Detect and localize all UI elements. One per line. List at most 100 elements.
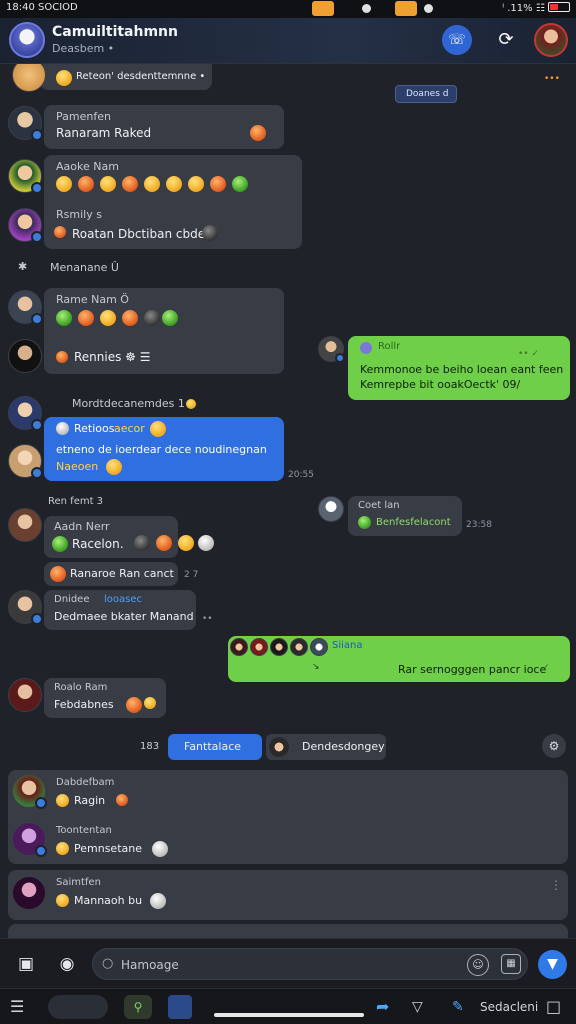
avatar — [268, 736, 290, 758]
avatar[interactable] — [12, 64, 46, 92]
emoji-icon — [198, 535, 214, 551]
message-text: Rennies ☸ ☰ — [74, 350, 151, 364]
emoji-icon — [150, 893, 166, 909]
message-bubble[interactable]: Coet lan Benfesfelacont — [348, 496, 462, 536]
emoji-icon — [134, 535, 150, 551]
avatar[interactable] — [318, 336, 345, 363]
avatar[interactable] — [8, 159, 43, 194]
avatar[interactable] — [8, 444, 43, 479]
app-icon[interactable]: ⚲ — [124, 995, 152, 1019]
user-avatar[interactable] — [534, 23, 568, 57]
sender-name: Rame Nam Ö — [56, 293, 129, 306]
app-icon[interactable] — [168, 995, 192, 1019]
avatar[interactable] — [8, 290, 43, 325]
camera-button[interactable]: ▣ — [14, 952, 38, 976]
message-time: 2 7 — [184, 570, 199, 580]
emoji-icon — [232, 176, 248, 192]
avatar[interactable] — [8, 590, 43, 625]
status-bar: 18:40 SOCIOD ᴵ .11% ☷ — [0, 0, 576, 18]
emoji-icon — [144, 176, 160, 192]
group-avatar[interactable] — [9, 22, 45, 58]
verified-badge — [31, 129, 43, 141]
verified-badge — [31, 313, 43, 325]
refresh-button[interactable]: ⟳ — [491, 25, 521, 55]
sender-name: Dnidee — [54, 594, 90, 605]
home-indicator[interactable] — [214, 1013, 364, 1017]
avatar[interactable] — [8, 106, 43, 141]
message-text: Mannaoh bu — [74, 894, 143, 907]
message-bubble[interactable]: Rame Nam Ö Rennies ☸ ☰ — [44, 288, 284, 374]
emoji-icon — [150, 421, 166, 437]
message-bubble[interactable]: Roalo Ram Febdabnes — [44, 678, 166, 718]
message-input-field[interactable]: ○ ☺ ▦ — [92, 948, 528, 980]
emoji-icon — [122, 176, 138, 192]
signal-text: ᴵ .11% ☷ — [502, 3, 545, 14]
message-bubble[interactable]: Reteon' desdenttemnne • — [40, 64, 212, 90]
message-card[interactable]: Saimtfen Mannaoh bu ⋮ — [8, 870, 568, 920]
emoji-icon — [106, 459, 122, 475]
sender-link[interactable]: looasec — [104, 594, 142, 605]
avatar — [270, 638, 288, 656]
avatar[interactable] — [8, 396, 43, 431]
message-card[interactable]: Dabdefbam Ragin Toontentan Pemnsetane — [8, 770, 568, 864]
message-text: Ranaram Raked — [56, 126, 152, 140]
emoji-picker-button[interactable]: ☺ — [467, 954, 489, 976]
avatar[interactable] — [12, 876, 46, 910]
verified-badge — [31, 467, 43, 479]
avatar[interactable] — [12, 774, 47, 809]
voice-button[interactable]: ▼ — [538, 950, 567, 979]
navbar-label[interactable]: Sedacleni — [480, 995, 538, 1019]
avatar[interactable] — [8, 208, 43, 243]
message-text: Ragin — [74, 794, 106, 807]
attach-button[interactable]: ▦ — [501, 954, 521, 974]
message-bubble[interactable]: Pamenfen Ranaram Raked — [44, 105, 284, 149]
message-text: etneno de ioerdear dece noudinegnan — [56, 443, 267, 456]
verified-badge — [335, 353, 345, 363]
chat-title[interactable]: Camuiltitahmnn — [52, 24, 178, 40]
window-icon[interactable]: □ — [546, 995, 561, 1019]
photo-button[interactable]: ◉ — [55, 952, 79, 976]
sender-name: Pamenfen — [56, 110, 111, 123]
call-button[interactable]: ☏ — [442, 25, 472, 55]
message-card[interactable] — [8, 924, 568, 938]
more-icon[interactable]: •• — [202, 614, 213, 624]
dark-pill-button[interactable]: Dendesdongey — [266, 734, 386, 760]
emoji-icon — [360, 342, 372, 354]
outgoing-message-bubble[interactable]: Siiana ↘ Rar sernogggen pancr ioce ✓ — [228, 636, 570, 682]
outgoing-message-bubble[interactable]: Rollr •• ✓ Kemmonoe be beiho loean eant … — [348, 336, 570, 400]
more-icon[interactable]: ••• — [544, 74, 560, 84]
avatar[interactable] — [8, 508, 42, 542]
avatar[interactable] — [318, 496, 344, 522]
message-bubble[interactable]: Dnidee looasec Dedmaee bkater Manand — [44, 590, 196, 630]
phone-icon: ☏ — [448, 32, 466, 48]
tool-icon[interactable]: ✎ — [452, 995, 464, 1019]
sender-name: Dabdefbam — [56, 777, 115, 788]
sender-name: Rollr — [378, 341, 401, 352]
share-icon[interactable]: ➦ — [376, 995, 389, 1019]
menu-icon[interactable]: ☰ — [10, 995, 24, 1019]
message-time: 23:58 — [466, 520, 492, 530]
sender-name: Saimtfen — [56, 877, 101, 888]
message-input[interactable] — [121, 955, 451, 975]
more-vertical-icon[interactable]: ⋮ — [550, 878, 562, 892]
link-text[interactable]: Siiana — [332, 640, 363, 651]
app-switch-icon[interactable] — [48, 995, 108, 1019]
message-text: Reteon' desdenttemnne • — [76, 71, 206, 82]
verified-badge — [31, 231, 43, 243]
message-bubble[interactable]: Retioos aecor etneno de ioerdear dece no… — [44, 417, 284, 481]
search-icon: ○ — [102, 956, 114, 971]
emoji-icon — [156, 535, 172, 551]
avatar[interactable] — [8, 339, 42, 373]
message-list[interactable]: Reteon' desdenttemnne • ••• Doanes d Pam… — [0, 64, 576, 938]
message-text: Benfesfelacont — [376, 517, 451, 528]
emoji-icon — [56, 894, 69, 907]
avatar[interactable] — [8, 678, 42, 712]
message-bubble[interactable]: Aaoke Nam Rsmily s Roatan Dbctiban cbdeb… — [44, 155, 302, 249]
mic-icon: ▼ — [547, 956, 558, 972]
message-bubble[interactable]: Ranaroe Ran canct — [44, 562, 178, 586]
options-button[interactable]: ⚙ — [542, 734, 566, 758]
avatar[interactable] — [12, 822, 47, 857]
emoji-icon — [166, 176, 182, 192]
blue-pill-button[interactable]: Fanttalace — [168, 734, 262, 760]
shield-icon[interactable]: ▽ — [412, 995, 423, 1019]
